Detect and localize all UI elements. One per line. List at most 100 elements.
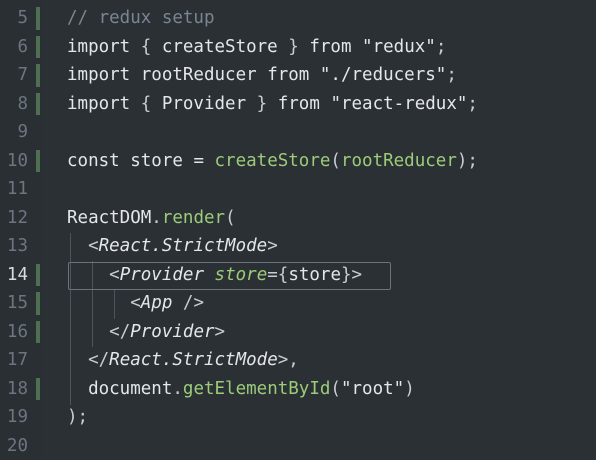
code-line[interactable]: 10 const store = createStore(rootReducer)… — [0, 147, 596, 176]
code-token: rootReducer — [341, 151, 457, 171]
code-token: ; — [436, 37, 447, 57]
code-token: </ — [88, 350, 109, 370]
code-token: document — [67, 379, 172, 399]
code-text: ReactDOM.render( — [67, 204, 236, 233]
code-line[interactable]: 15 <App /> — [0, 289, 596, 318]
code-token: const — [67, 151, 120, 171]
code-token: "./reducers" — [320, 65, 446, 85]
code-token: ( — [330, 379, 341, 399]
code-line[interactable]: 11 — [0, 175, 596, 204]
code-token: . — [151, 208, 162, 228]
code-editor[interactable]: 5 // redux setup 6 import { createStore } f… — [0, 0, 596, 458]
indent-guide — [114, 289, 115, 319]
code-text: import { Provider } from "react-redux"; — [67, 90, 478, 119]
code-text: document.getElementById("root") — [67, 375, 415, 404]
code-token: </ — [109, 322, 130, 342]
code-token: "redux" — [362, 37, 436, 57]
code-token: ; — [446, 65, 457, 85]
code-token: React.StrictMode — [99, 236, 268, 256]
code-token: React.StrictMode — [109, 350, 278, 370]
line-number: 6 — [0, 33, 28, 62]
code-token: createStore — [162, 37, 278, 57]
code-token: > — [267, 236, 278, 256]
code-line[interactable]: 19); — [0, 403, 596, 432]
code-token: store = — [120, 151, 215, 171]
code-line[interactable]: 5 // redux setup — [0, 4, 596, 33]
line-number: 13 — [0, 232, 28, 261]
git-modified-marker — [36, 292, 40, 315]
line-number: 20 — [0, 432, 28, 460]
code-token: // redux setup — [67, 8, 215, 28]
line-number: 17 — [0, 346, 28, 375]
code-text: ); — [67, 403, 88, 432]
code-token: ) — [404, 379, 415, 399]
code-token: Provider — [162, 94, 246, 114]
code-token: } — [278, 37, 310, 57]
line-number: 9 — [0, 118, 28, 147]
code-text: // redux setup — [67, 4, 215, 33]
code-token — [352, 37, 363, 57]
line-number: 8 — [0, 90, 28, 119]
git-modified-marker — [36, 93, 40, 116]
line-number: 7 — [0, 61, 28, 90]
code-line[interactable]: 17 </React.StrictMode>, — [0, 346, 596, 375]
code-token: import — [67, 94, 130, 114]
line-number: 12 — [0, 204, 28, 233]
code-line[interactable]: 8 import { Provider } from "react-redux"; — [0, 90, 596, 119]
code-token: getElementById — [183, 379, 331, 399]
code-token: > — [215, 322, 226, 342]
code-line[interactable]: 12 ReactDOM.render( — [0, 204, 596, 233]
code-text: </Provider> — [67, 318, 225, 347]
code-token: ; — [467, 94, 478, 114]
current-line-highlight — [68, 262, 391, 290]
git-modified-marker — [36, 150, 40, 173]
code-token: { — [130, 37, 162, 57]
indent-guide — [70, 233, 71, 405]
code-line[interactable]: 9 — [0, 118, 596, 147]
code-token: >, — [278, 350, 299, 370]
code-token: from — [309, 37, 351, 57]
code-line[interactable]: 7 import rootReducer from "./reducers"; — [0, 61, 596, 90]
code-text: <App /> — [67, 289, 204, 318]
code-token: /> — [172, 293, 204, 313]
line-number: 10 — [0, 147, 28, 176]
code-line[interactable]: 18 document.getElementById("root") — [0, 375, 596, 404]
git-modified-marker — [36, 64, 40, 87]
code-token: < — [130, 293, 141, 313]
code-token — [309, 65, 320, 85]
code-token: } — [246, 94, 278, 114]
code-token: App — [141, 293, 173, 313]
code-token: ); — [67, 407, 88, 427]
code-text: import rootReducer from "./reducers"; — [67, 61, 457, 90]
code-text: </React.StrictMode>, — [67, 346, 299, 375]
code-token: "react-redux" — [330, 94, 467, 114]
code-token: from — [267, 65, 309, 85]
code-token: import — [67, 37, 130, 57]
git-modified-marker — [36, 321, 40, 344]
code-token: < — [88, 236, 99, 256]
git-modified-marker — [36, 36, 40, 59]
line-number: 14 — [0, 261, 28, 290]
git-modified-marker — [36, 264, 40, 287]
code-token: ReactDOM — [67, 208, 151, 228]
code-token: render — [162, 208, 225, 228]
code-text: const store = createStore(rootReducer); — [67, 147, 478, 176]
code-token — [67, 322, 109, 342]
code-token: "root" — [341, 379, 404, 399]
git-modified-marker — [36, 378, 40, 401]
code-line[interactable]: 6 import { createStore } from "redux"; — [0, 33, 596, 62]
git-modified-marker — [36, 7, 40, 30]
line-number: 5 — [0, 4, 28, 33]
code-text: import { createStore } from "redux"; — [67, 33, 446, 62]
code-line[interactable]: 16 </Provider> — [0, 318, 596, 347]
line-number: 18 — [0, 375, 28, 404]
code-line[interactable]: 20 — [0, 432, 596, 460]
code-token: createStore — [215, 151, 331, 171]
line-number: 16 — [0, 318, 28, 347]
code-line[interactable]: 13 <React.StrictMode> — [0, 232, 596, 261]
code-token: ( — [225, 208, 236, 228]
code-token: { — [130, 94, 162, 114]
code-token: . — [172, 379, 183, 399]
line-number: 15 — [0, 289, 28, 318]
code-text: <React.StrictMode> — [67, 232, 278, 261]
